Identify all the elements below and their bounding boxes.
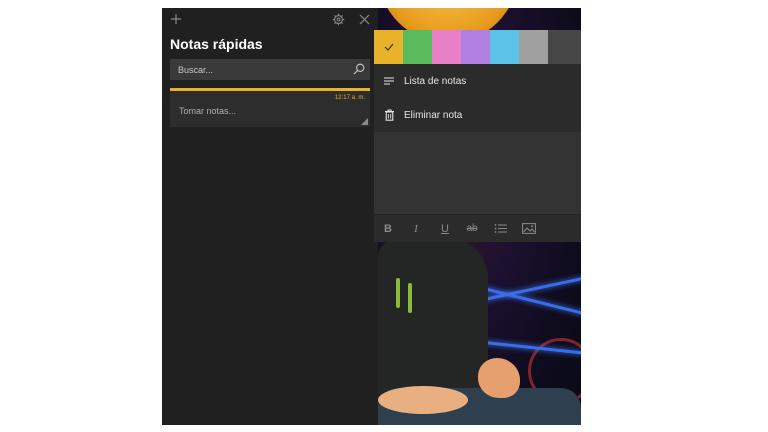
menu-item-label: Eliminar nota (404, 109, 463, 121)
bold-icon[interactable]: B (380, 222, 396, 235)
color-swatch-yellow[interactable] (374, 30, 403, 64)
wallpaper-hand (478, 358, 520, 398)
gear-icon[interactable] (330, 11, 346, 27)
menu-item-delete-note[interactable]: Eliminar nota (374, 98, 581, 132)
color-swatch-charcoal[interactable] (548, 30, 581, 64)
note-corner-fold-icon (361, 118, 368, 125)
italic-icon[interactable]: I (408, 222, 424, 235)
color-swatch-blue[interactable] (490, 30, 519, 64)
underline-icon[interactable]: U (437, 222, 453, 235)
note-timestamp: 12:17 a. m. (334, 95, 365, 101)
list-icon (374, 76, 404, 86)
trash-icon (374, 109, 404, 121)
strikethrough-icon[interactable]: ab (464, 222, 480, 235)
image-icon[interactable] (521, 222, 537, 235)
formatting-toolbar: B I U ab (374, 214, 581, 242)
note-window: Lista de notas Eliminar nota B I U ab (374, 30, 581, 242)
menu-item-note-list[interactable]: Lista de notas (374, 64, 581, 98)
checkmark-icon (374, 30, 403, 64)
color-swatch-gray[interactable] (519, 30, 548, 64)
search-field[interactable] (170, 59, 370, 80)
color-swatch-green[interactable] (403, 30, 432, 64)
search-input[interactable] (178, 64, 338, 75)
note-preview-text: Tomar notas... (179, 106, 237, 116)
color-picker-row (374, 30, 581, 64)
note-menu: Lista de notas Eliminar nota (374, 64, 581, 132)
search-icon[interactable] (352, 62, 366, 76)
page-title: Notas rápidas (170, 36, 263, 52)
notes-list-panel: Notas rápidas 12:17 a. m. Tomar notas... (162, 8, 378, 425)
panel-titlebar (162, 8, 378, 30)
wallpaper-foot (378, 386, 468, 414)
color-swatch-purple[interactable] (461, 30, 490, 64)
menu-item-label: Lista de notas (404, 75, 467, 87)
plus-icon[interactable] (168, 11, 184, 27)
note-card[interactable]: 12:17 a. m. Tomar notas... (170, 88, 370, 127)
color-swatch-pink[interactable] (432, 30, 461, 64)
bullet-list-icon[interactable] (493, 222, 509, 235)
close-icon[interactable] (356, 11, 372, 27)
